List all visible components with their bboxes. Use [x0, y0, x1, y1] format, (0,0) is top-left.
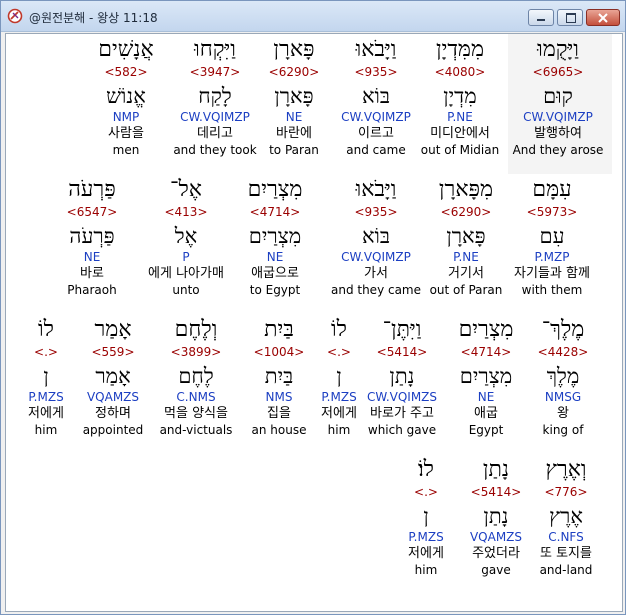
english-gloss: Pharaoh — [67, 283, 117, 297]
korean-gloss: 애굽으로 — [251, 266, 299, 281]
hebrew-word: עִמָּם — [532, 177, 572, 202]
strong-number: <582> — [104, 65, 148, 79]
lexical-form: פַּרְעֹה — [69, 224, 115, 248]
word-cell[interactable]: וַיָּקֻמוּ <6965> קוּם CW.VQIMZP 발행하여 And the… — [508, 38, 608, 158]
korean-gloss: 저에게 — [408, 546, 444, 561]
parsing-code: CW.VQIMZP — [523, 110, 593, 124]
app-icon — [7, 8, 23, 24]
english-gloss: to Egypt — [249, 283, 301, 297]
korean-gloss: 에게 나아가매 — [148, 266, 224, 281]
english-gloss: and they came — [330, 283, 422, 297]
minimize-button[interactable] — [528, 9, 554, 26]
english-gloss: and they took — [173, 143, 257, 157]
strong-number: <6547> — [66, 205, 118, 219]
title-bar[interactable]: @원전분해 - 왕상 11:18 — [1, 1, 625, 32]
parsing-code: CW.VQIMZP — [341, 250, 411, 264]
lexical-form: מִצְרַיִם — [248, 224, 302, 248]
maximize-icon — [566, 13, 576, 23]
lexical-form: אֱנוֹשׁ — [106, 84, 146, 108]
hebrew-word: מִפָּארָן — [438, 177, 494, 202]
english-gloss: him — [414, 563, 438, 577]
strong-number: <413> — [164, 205, 208, 219]
korean-gloss: 사람을 — [108, 126, 144, 141]
strong-number: <3947> — [189, 65, 241, 79]
hebrew-word: לוֹ — [38, 317, 54, 342]
parsing-code: P — [182, 250, 190, 264]
english-gloss: out of Paran — [429, 283, 503, 297]
parsing-code: P.MZS — [408, 530, 444, 544]
minimize-icon — [537, 19, 545, 21]
window-title: @원전분해 - 왕상 11:18 — [29, 11, 158, 25]
parsing-code: P.MZP — [534, 250, 570, 264]
strong-number: <4714> — [249, 205, 301, 219]
word-cell[interactable]: עִמָּם <5973> עִם P.MZP 자기들과 함께 with them — [502, 178, 602, 298]
strong-number: <.> — [414, 485, 438, 499]
interlinear-view: וַיָּקֻמוּ <6965> קוּם CW.VQIMZP 발행하여 And the… — [5, 33, 623, 612]
word-cell[interactable]: אֲנָשִׁים <582> אֱנוֹשׁ NMP 사람을 men — [76, 38, 176, 158]
korean-gloss: 발행하여 — [534, 126, 582, 141]
word-cell[interactable]: מִצְרַיִם <4714> מִצְרַיִם NE 애굽으로 to Egypt — [225, 178, 325, 298]
lexical-form: אֶל — [174, 224, 198, 248]
korean-gloss: 바로 — [80, 266, 104, 281]
hebrew-word: וַיָּבֹאוּ — [355, 177, 397, 202]
hebrew-word: וַיִּקְחוּ — [194, 37, 236, 62]
parsing-code: P.NE — [453, 250, 479, 264]
parsing-code: P.MZS — [28, 390, 64, 404]
lexical-form: קוּם — [543, 84, 573, 108]
app-window: @원전분해 - 왕상 11:18 וַיָּקֻמוּ <6965> קוּם CW.… — [0, 0, 626, 615]
english-gloss: him — [34, 423, 58, 437]
strong-number: <5973> — [526, 205, 578, 219]
lexical-form: ן — [43, 364, 49, 388]
word-cell[interactable]: לוֹ׃ <.> ן P.MZS 저에게 him — [376, 458, 476, 578]
word-cell[interactable]: פַּרְעֹה <6547> פַּרְעֹה NE 바로 Pharaoh — [42, 178, 142, 298]
strong-number: <.> — [34, 345, 58, 359]
korean-gloss: 거기서 — [448, 266, 484, 281]
close-button[interactable] — [586, 9, 620, 26]
parsing-code: CW.VQIMZP — [180, 110, 250, 124]
strong-number: <935> — [354, 205, 398, 219]
word-cell[interactable]: מִפָּארָן <6290> פָּארָן P.NE 거기서 out of Para… — [416, 178, 516, 298]
korean-gloss: 저에게 — [28, 406, 64, 421]
maximize-button[interactable] — [557, 9, 583, 26]
parsing-code: NMP — [112, 110, 140, 124]
parsing-code: NE — [83, 250, 101, 264]
korean-gloss: 데리고 — [197, 126, 233, 141]
english-gloss: with them — [521, 283, 583, 297]
hebrew-word: לוֹ׃ — [418, 457, 434, 482]
lexical-form: פָּארָן — [446, 224, 486, 248]
english-gloss: unto — [172, 283, 200, 297]
english-gloss: And they arose — [512, 143, 604, 157]
strong-number: <6290> — [440, 205, 492, 219]
korean-gloss: 가서 — [364, 266, 388, 281]
hebrew-word: וַיָּקֻמוּ — [537, 37, 579, 62]
hebrew-word: אֶל־ — [170, 177, 202, 202]
word-cell[interactable]: אֶל־ <413> אֶל P 에게 나아가매 unto — [136, 178, 236, 298]
lexical-form: עִם — [539, 224, 565, 248]
korean-gloss: 자기들과 함께 — [514, 266, 590, 281]
parsing-code: NE — [266, 250, 284, 264]
lexical-form: לָקַח — [198, 84, 232, 108]
lexical-form: בּוֹא — [361, 224, 391, 248]
hebrew-word: אֲנָשִׁים — [98, 37, 154, 62]
hebrew-word: פַּרְעֹה — [68, 177, 116, 202]
hebrew-word: מִצְרַיִם — [247, 177, 303, 202]
english-gloss: men — [112, 143, 140, 157]
word-cell[interactable]: לוֹ <.> ן P.MZS 저에게 him — [0, 318, 96, 438]
close-icon — [598, 13, 608, 23]
word-cell[interactable]: וַיָּבֹאוּ <935> בּוֹא CW.VQIMZP 가서 and they … — [326, 178, 426, 298]
word-cell[interactable]: וַיִּקְחוּ <3947> לָקַח CW.VQIMZP 데리고 and the… — [165, 38, 265, 158]
lexical-form: ן — [423, 504, 429, 528]
strong-number: <6965> — [532, 65, 584, 79]
